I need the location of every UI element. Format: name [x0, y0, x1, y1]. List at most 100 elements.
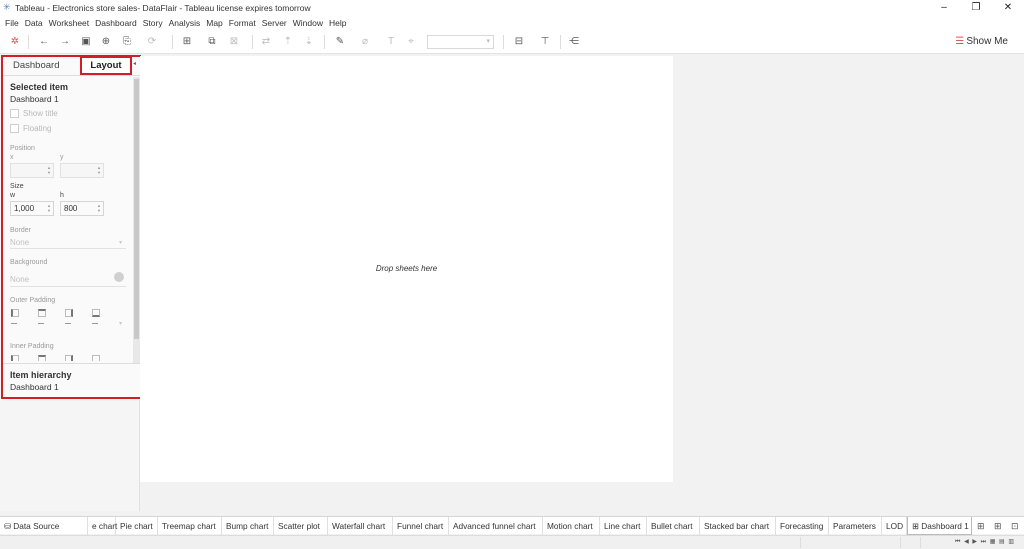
border-dropdown[interactable]: None	[10, 238, 29, 247]
redo-icon[interactable]: →	[58, 34, 72, 50]
sheet-tab[interactable]: LOD	[882, 517, 907, 535]
sheet-tab[interactable]: Motion chart	[543, 517, 600, 535]
stepper-icon[interactable]: ▲ ▼	[47, 203, 51, 213]
new-data-source-icon[interactable]: ⊕	[100, 34, 112, 50]
fix-axes-icon[interactable]: ⌖	[405, 34, 417, 50]
sheet-tab[interactable]: Bullet chart	[647, 517, 700, 535]
swap-icon[interactable]: ⇄	[260, 34, 272, 50]
border-label: Border	[10, 227, 32, 234]
menu-analysis[interactable]: Analysis	[169, 16, 201, 30]
sheet-tab[interactable]: Forecasting	[776, 517, 829, 535]
sort-ascending-icon[interactable]: ⇡	[282, 34, 294, 50]
menu-window[interactable]: Window	[293, 16, 323, 30]
fit-dropdown[interactable]: ▾	[427, 35, 494, 49]
new-worksheet-icon[interactable]: ⊞	[977, 517, 985, 535]
menu-help[interactable]: Help	[329, 16, 346, 30]
pause-updates-icon[interactable]: ⎘	[120, 34, 134, 50]
refresh-icon[interactable]: ⟳	[145, 34, 159, 50]
padding-bottom-icon[interactable]	[92, 309, 100, 317]
padding-right-icon[interactable]	[65, 355, 73, 361]
menu-file[interactable]: File	[5, 16, 19, 30]
new-worksheet-icon[interactable]: ⊞	[180, 34, 194, 50]
padding-left-icon[interactable]	[11, 309, 19, 317]
show-me-button[interactable]: ☰ Show Me	[955, 34, 1008, 50]
presentation-mode-icon[interactable]: ⊤	[539, 34, 551, 50]
new-story-icon[interactable]: ⊡	[1011, 517, 1019, 535]
group-icon[interactable]: ⌀	[358, 34, 372, 50]
padding-right-icon[interactable]	[65, 309, 73, 317]
background-label: Background	[10, 259, 48, 266]
padding-value-dash	[65, 323, 71, 324]
item-hierarchy-dashboard[interactable]: Dashboard 1	[10, 382, 59, 392]
menu-story[interactable]: Story	[143, 16, 163, 30]
sheet-tab[interactable]: Parameters	[829, 517, 882, 535]
height-value: 800	[64, 204, 78, 213]
tab-data-source[interactable]: ⛁ Data Source	[0, 517, 88, 535]
close-button[interactable]: ✕	[992, 0, 1024, 16]
collapse-pane-icon[interactable]: ◂	[133, 60, 136, 67]
sheet-tab[interactable]: Waterfall chart	[328, 517, 393, 535]
position-label: Position	[10, 145, 35, 152]
highlight-icon[interactable]: ✎	[333, 34, 347, 50]
sheet-tab[interactable]: Line chart	[600, 517, 647, 535]
clear-icon[interactable]: ⊠	[227, 34, 241, 50]
menu-server[interactable]: Server	[262, 16, 287, 30]
stepper-icon[interactable]: ▲ ▼	[97, 165, 101, 175]
sheet-tab[interactable]: Stacked bar chart	[700, 517, 776, 535]
sort-descending-icon[interactable]: ⇣	[303, 34, 315, 50]
menu-format[interactable]: Format	[229, 16, 256, 30]
position-x-label: x	[10, 154, 14, 161]
floating-checkbox[interactable]	[10, 124, 19, 133]
stepper-icon[interactable]: ▲ ▼	[97, 203, 101, 213]
menu-dashboard[interactable]: Dashboard	[95, 16, 137, 30]
database-icon: ⛁	[4, 521, 14, 531]
background-color-swatch[interactable]	[114, 272, 124, 282]
sheet-tab[interactable]: Advanced funnel chart	[449, 517, 543, 535]
dashboard-canvas[interactable]: Drop sheets here	[140, 56, 673, 482]
sheet-tab[interactable]: Scatter plot	[274, 517, 328, 535]
show-cards-icon[interactable]: ⊟	[511, 34, 527, 50]
position-y-input[interactable]: ▲ ▼	[60, 163, 104, 178]
chevron-down-icon[interactable]: ▾	[119, 239, 122, 246]
tableau-logo-icon[interactable]: ✲	[9, 34, 21, 50]
labels-icon[interactable]: T	[385, 34, 397, 50]
menu-worksheet[interactable]: Worksheet	[49, 16, 89, 30]
chevron-down-icon[interactable]: ▾	[119, 320, 122, 327]
background-dropdown[interactable]: None	[10, 275, 29, 284]
pane-tabs: Dashboard Layout ◂	[3, 56, 140, 76]
padding-bottom-icon[interactable]	[92, 355, 100, 361]
restore-button[interactable]: ❐	[960, 0, 992, 16]
width-input[interactable]: 1,000 ▲ ▼	[10, 201, 54, 216]
sheet-tab[interactable]: Funnel chart	[393, 517, 449, 535]
active-tab-label: Dashboard 1	[921, 521, 969, 531]
padding-value-dash	[11, 323, 17, 324]
new-dashboard-icon[interactable]: ⊞	[994, 517, 1002, 535]
minimize-button[interactable]: –	[928, 0, 960, 16]
sheet-navigation-controls[interactable]: ⏮ ◀ ▶ ⏭ ▦ ▤ ▥	[955, 536, 1015, 549]
scrollbar-thumb[interactable]	[134, 79, 139, 339]
save-icon[interactable]: ▣	[80, 34, 92, 50]
height-input[interactable]: 800 ▲ ▼	[60, 201, 104, 216]
panel-scrollbar[interactable]	[133, 77, 140, 363]
menu-map[interactable]: Map	[206, 16, 223, 30]
layout-panel: Dashboard Layout ◂ Selected item Dashboa…	[1, 55, 142, 399]
sheet-tab[interactable]: Pie chart	[116, 517, 158, 535]
undo-icon[interactable]: ←	[37, 34, 51, 50]
padding-left-icon[interactable]	[11, 355, 19, 361]
tab-dashboard[interactable]: Dashboard	[13, 59, 59, 73]
share-icon[interactable]: ⋲	[568, 34, 580, 50]
sheet-tab[interactable]: e chart	[88, 517, 117, 535]
sheet-tab[interactable]: Bump chart	[222, 517, 274, 535]
show-title-checkbox[interactable]	[10, 109, 19, 118]
stepper-icon[interactable]: ▲ ▼	[47, 165, 51, 175]
sheet-tab-active[interactable]: ⊞ Dashboard 1	[907, 517, 972, 535]
padding-top-icon[interactable]	[38, 355, 46, 361]
menu-data[interactable]: Data	[25, 16, 43, 30]
position-x-input[interactable]: ▲ ▼	[10, 163, 54, 178]
status-section	[920, 537, 950, 548]
size-h-label: h	[60, 192, 64, 199]
sheet-tab[interactable]: Treemap chart	[158, 517, 222, 535]
tab-layout[interactable]: Layout	[80, 56, 132, 75]
padding-top-icon[interactable]	[38, 309, 46, 317]
duplicate-icon[interactable]: ⧉	[206, 34, 218, 50]
